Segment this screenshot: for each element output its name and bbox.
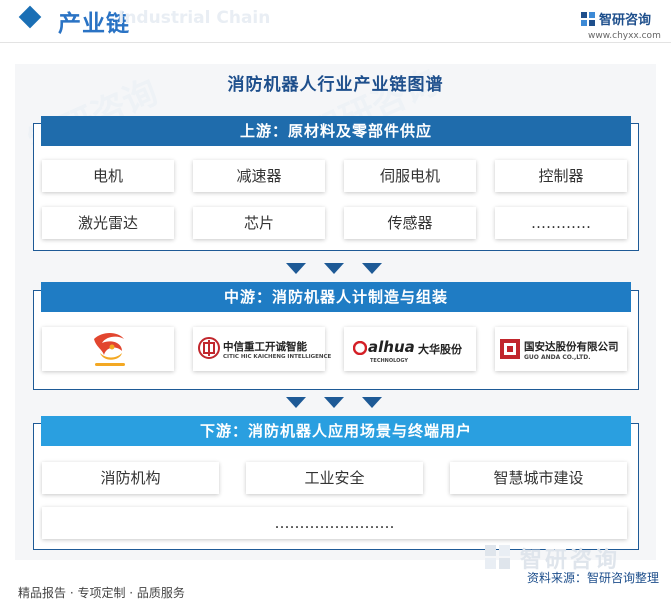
company-logo-card: alhua TECHNOLOGY 大华股份 xyxy=(344,327,476,371)
upstream-item: 芯片 xyxy=(193,207,325,239)
downstream-banner: 下游：消防机器人应用场景与终端用户 xyxy=(41,416,631,446)
upstream-item: 伺服电机 xyxy=(344,160,476,192)
citic-logo-icon xyxy=(198,337,220,359)
downstream-item: 工业安全 xyxy=(246,462,423,494)
down-arrow-icon xyxy=(286,263,306,274)
company-suffix: 大华股份 xyxy=(418,343,462,356)
downstream-item: 智慧城市建设 xyxy=(450,462,627,494)
down-arrow-icon xyxy=(286,397,306,408)
header-watermark: Industrial Chain xyxy=(118,8,271,28)
dahua-logo-icon xyxy=(353,341,367,355)
upstream-item: 传感器 xyxy=(344,207,476,239)
footer-brand-logo: 智研咨询 xyxy=(484,542,664,573)
header-divider xyxy=(0,42,671,43)
source-note: 资料来源：智研咨询整理 xyxy=(526,571,659,585)
company-subname: GUO ANDA CO.,LTD. xyxy=(524,354,591,361)
diamond-icon xyxy=(18,5,42,29)
company-subname: TECHNOLOGY xyxy=(370,358,408,364)
brand-url: www.chyxx.com xyxy=(588,31,661,41)
company-name: 国安达股份有限公司 xyxy=(524,341,619,353)
company-subname: CITIC HIC KAICHENG INTELLIGENCE xyxy=(223,354,332,360)
upstream-item: ………… xyxy=(495,207,627,239)
brand-mark-icon xyxy=(485,545,510,569)
brand-mark-icon xyxy=(581,12,595,26)
brand-logo: 智研咨询 www.chyxx.com xyxy=(580,9,668,43)
upstream-item: 控制器 xyxy=(495,160,627,192)
upstream-item: 电机 xyxy=(42,160,174,192)
upstream-item: 激光雷达 xyxy=(42,207,174,239)
down-arrow-icon xyxy=(362,397,382,408)
down-arrow-icon xyxy=(362,263,382,274)
downstream-item: 消防机构 xyxy=(42,462,219,494)
downstream-item: …………………… xyxy=(42,507,627,539)
down-arrow-icon xyxy=(324,397,344,408)
company-logo-card xyxy=(42,327,174,371)
down-arrow-icon xyxy=(324,263,344,274)
company-logo-card: 国安达股份有限公司 GUO ANDA CO.,LTD. xyxy=(495,327,627,371)
brand-name: 智研咨询 xyxy=(599,13,652,28)
company-name: alhua xyxy=(368,338,415,356)
company-logo-card: 中信重工开诚智能 CITIC HIC KAICHENG INTELLIGENCE xyxy=(193,327,331,371)
company-name: 中信重工开诚智能 xyxy=(223,341,307,353)
diagram-title: 消防机器人行业产业链图谱 xyxy=(227,75,444,95)
upstream-item: 减速器 xyxy=(193,160,325,192)
dragon-logo-icon xyxy=(94,333,125,366)
footer-tagline: 精品报告 · 专项定制 · 品质服务 xyxy=(18,586,185,600)
upstream-banner: 上游：原材料及零部件供应 xyxy=(41,116,631,146)
page-header: 产业链 Industrial Chain 智研咨询 www.chyxx.com xyxy=(0,0,671,43)
guoanda-logo-icon xyxy=(500,339,520,359)
midstream-banner: 中游：消防机器人计制造与组装 xyxy=(41,282,631,312)
header-title: 产业链 xyxy=(58,11,130,37)
